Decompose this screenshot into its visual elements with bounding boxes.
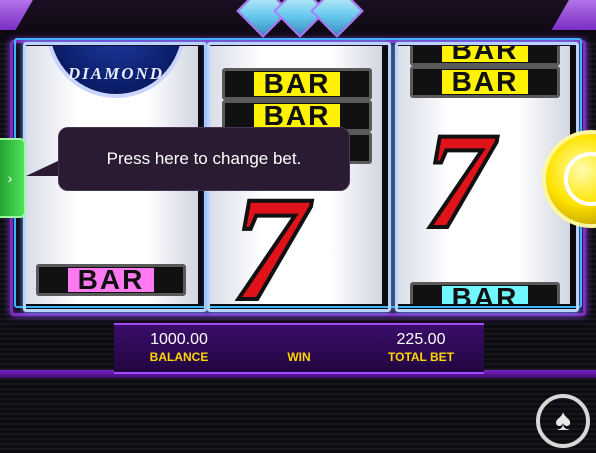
top-banner [0, 0, 596, 40]
bar-symbol: BAR [36, 264, 186, 296]
win-label: WIN [287, 350, 311, 364]
total-bet-value: 225.00 [396, 331, 446, 348]
bar-symbol: BAR [222, 68, 372, 100]
corner-decoration-left [0, 0, 45, 30]
diamond-logo-text: DIAMOND [67, 64, 165, 83]
chevron-right-icon: › [7, 170, 13, 186]
bar-symbol: BAR [410, 46, 560, 66]
spade-logo-icon: ♠ [536, 394, 590, 448]
total-bet-label: TOTAL BET [388, 350, 454, 364]
spin-icon [564, 152, 596, 206]
bar-symbol-label: BAR [441, 68, 529, 96]
balance-value: 1000.00 [150, 331, 208, 348]
corner-decoration-right [551, 0, 596, 30]
bar-symbol: BAR [410, 66, 560, 98]
spade-glyph: ♠ [555, 404, 571, 437]
info-panel: 1000.00 BALANCE WIN 225.00 TOTAL BET [114, 323, 484, 374]
seven-symbol: 7 [422, 104, 495, 257]
tooltip-pointer [26, 160, 60, 176]
bar-symbol-label: BAR [441, 284, 529, 304]
slot-game-screen: DIAMOND BAR BAR BAR BAR 7 BAR BAR 7 BAR [0, 0, 596, 453]
gem-decoration [310, 0, 364, 38]
tooltip-text: Press here to change bet. [106, 149, 302, 168]
bar-symbol-label: BAR [253, 70, 341, 98]
seven-symbol: 7 [230, 166, 309, 304]
bar-symbol-label: BAR [67, 266, 155, 294]
bar-symbol: BAR [410, 282, 560, 304]
diamond-logo: DIAMOND [46, 46, 186, 98]
bar-symbol-label: BAR [441, 46, 529, 64]
change-bet-tooltip[interactable]: Press here to change bet. [58, 127, 350, 191]
change-bet-button[interactable]: › [0, 138, 26, 218]
bar-symbol-label: BAR [253, 102, 341, 130]
balance-label: BALANCE [149, 350, 209, 364]
